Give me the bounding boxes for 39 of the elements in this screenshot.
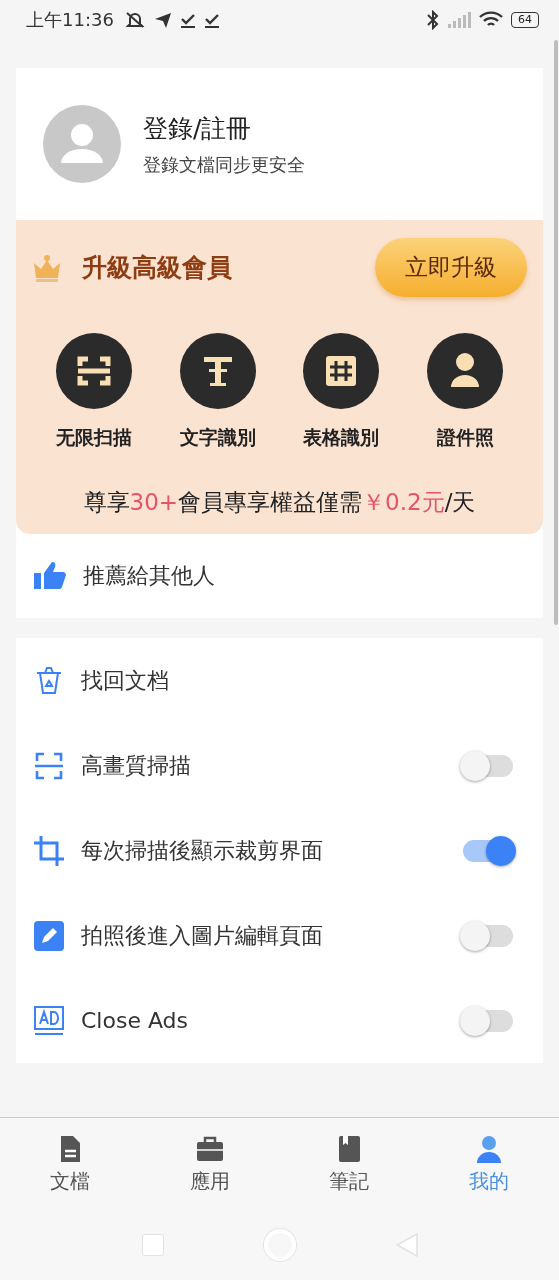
feature-label: 无限扫描 xyxy=(55,425,132,450)
download-check-icon xyxy=(179,11,196,29)
pencil-icon xyxy=(33,919,65,952)
bluetooth-icon xyxy=(427,10,439,30)
thumbs-up-icon xyxy=(33,561,67,591)
settings-item[interactable]: Close Ads xyxy=(16,978,543,1063)
back-button[interactable] xyxy=(395,1233,418,1257)
settings-item[interactable]: 拍照後進入圖片編輯頁面 xyxy=(16,893,543,978)
tab-item[interactable]: 應用 xyxy=(139,1118,280,1210)
download-check-icon xyxy=(203,11,220,29)
feature-label: 表格識別 xyxy=(303,425,380,450)
recommend-item[interactable]: 推薦給其他人 xyxy=(16,534,543,618)
promo-text: 尊享30+會員專享權益僅需￥0.2元/天 xyxy=(82,488,477,517)
send-icon xyxy=(153,11,172,29)
settings-item[interactable]: 高畫質掃描 xyxy=(16,723,543,808)
text-icon[interactable] xyxy=(179,333,256,409)
signal-icon xyxy=(447,11,471,29)
feature-label: 證件照 xyxy=(436,425,494,450)
feature-label: 文字識別 xyxy=(179,425,256,450)
vip-title: 升級高級會員 xyxy=(82,252,232,284)
crown-icon xyxy=(32,252,62,283)
home-button[interactable] xyxy=(263,1229,296,1261)
upgrade-button[interactable]: 立即升級 xyxy=(375,238,527,297)
recent-apps-button[interactable] xyxy=(141,1234,164,1256)
crop-icon xyxy=(33,834,65,867)
login-link[interactable]: 登錄/註冊 xyxy=(143,111,305,145)
table-icon[interactable] xyxy=(303,333,380,409)
person-icon[interactable] xyxy=(427,333,504,409)
tab-item[interactable]: 筆記 xyxy=(279,1118,420,1210)
settings-item[interactable]: 找回文档 xyxy=(16,638,543,723)
status-time: 上午11:36 xyxy=(26,8,114,32)
avatar-icon[interactable] xyxy=(43,105,121,183)
tab-item[interactable]: 文檔 xyxy=(0,1118,140,1210)
ad-icon xyxy=(33,1004,65,1037)
battery-icon: 64 xyxy=(511,12,539,28)
settings-item[interactable]: 每次掃描後顯示裁剪界面 xyxy=(16,808,543,893)
scan-frame-icon[interactable] xyxy=(55,333,132,409)
muted-bell-icon xyxy=(123,10,146,30)
login-subtitle: 登錄文檔同步更安全 xyxy=(143,152,305,177)
